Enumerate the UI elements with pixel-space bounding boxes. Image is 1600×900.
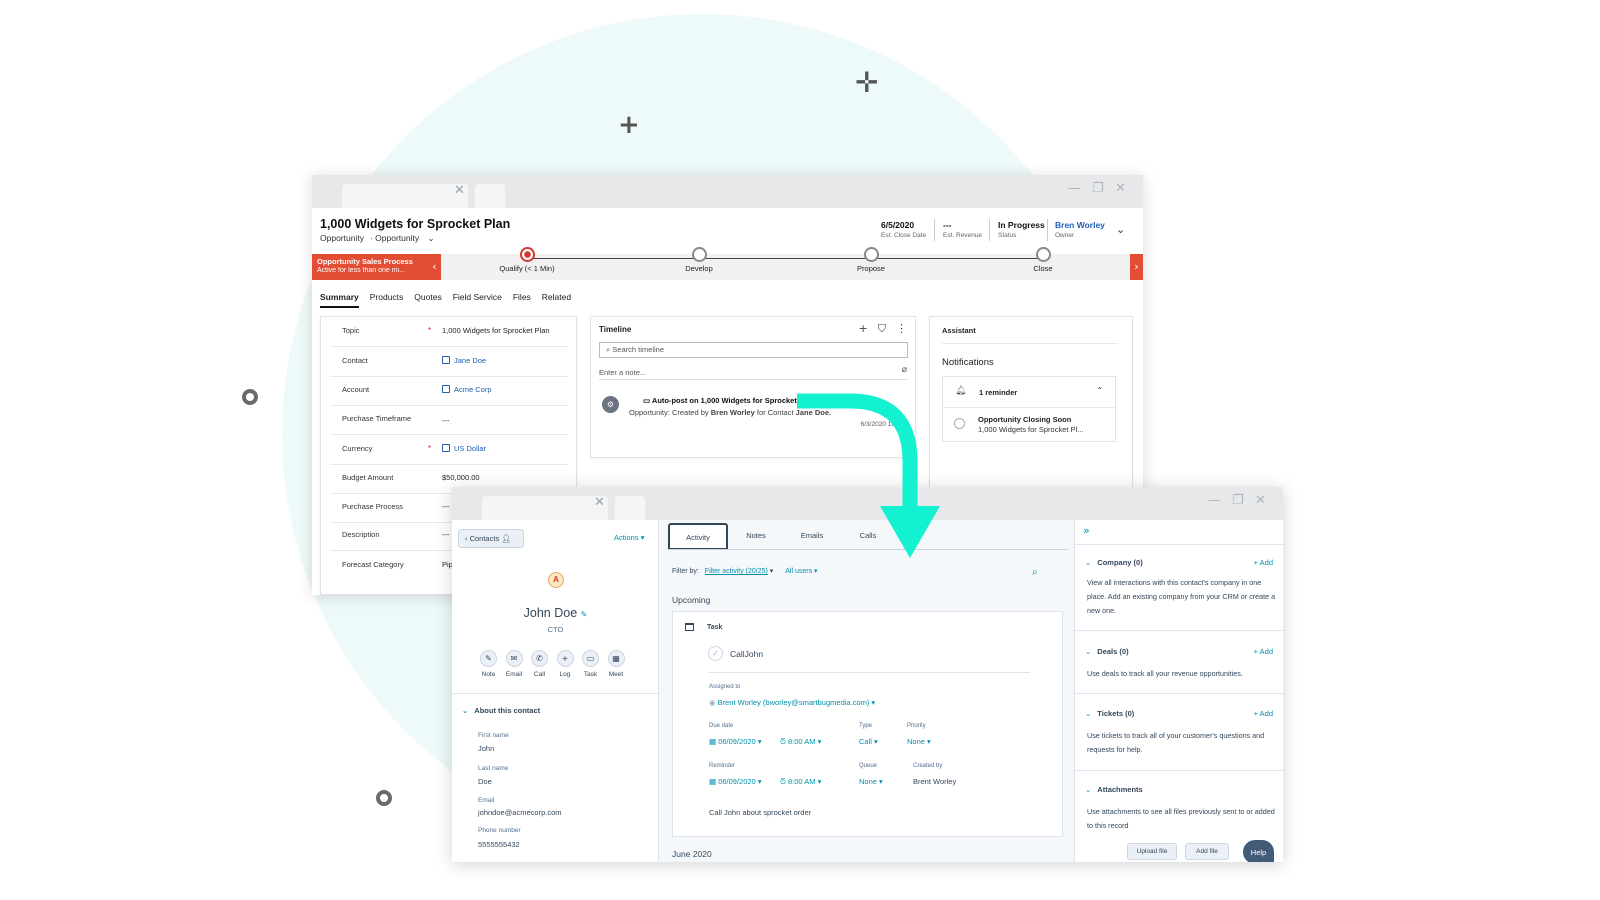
arrow-shaft bbox=[797, 393, 918, 512]
sync-arrow-icon bbox=[797, 393, 940, 558]
arrow-head bbox=[880, 506, 940, 558]
